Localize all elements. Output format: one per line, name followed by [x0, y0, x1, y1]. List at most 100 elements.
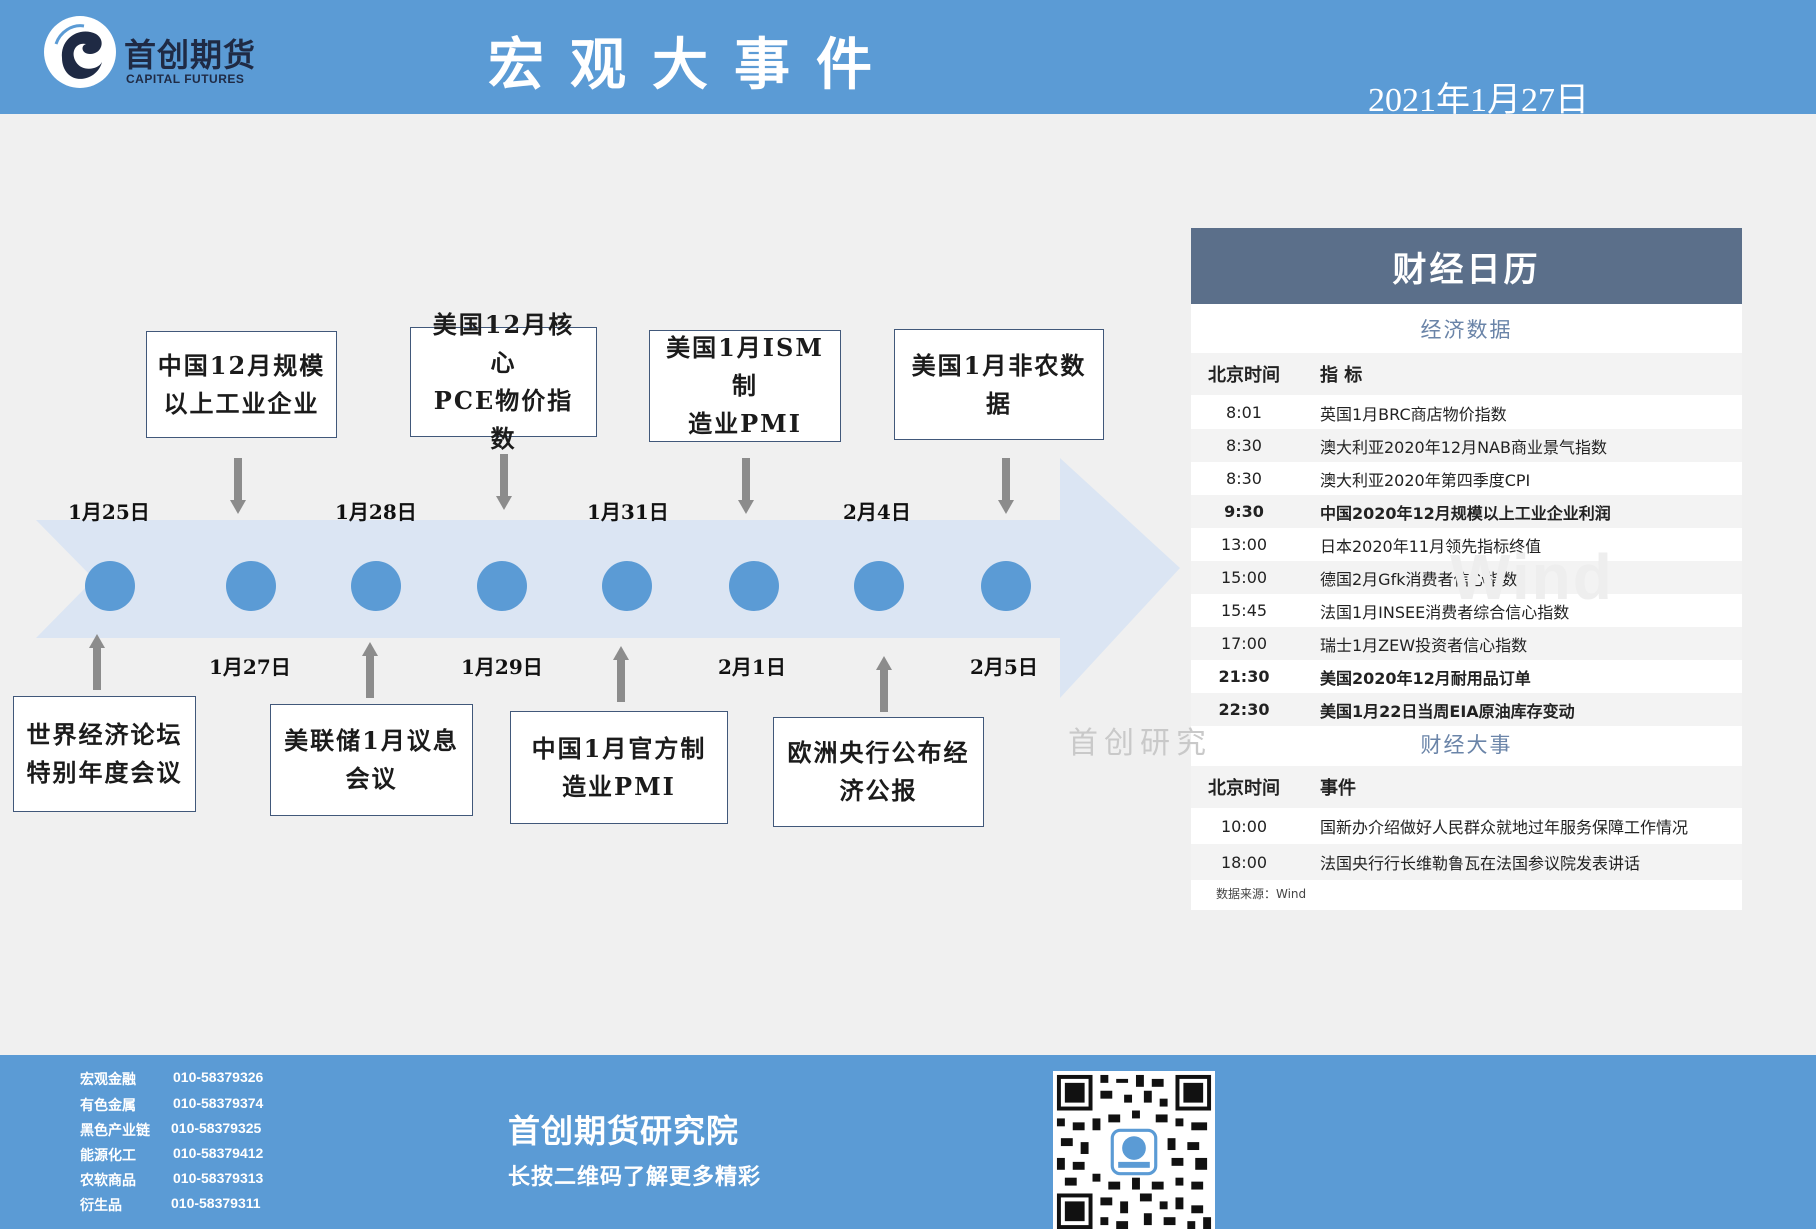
timeline-dot-4: [477, 561, 527, 611]
col-header-event: 事件: [1320, 778, 1356, 799]
calendar-title: 财经日历: [1392, 249, 1541, 290]
down-arrow-icon: [998, 458, 1014, 514]
company-logo: 首创期货 CAPITAL FUTURES: [40, 12, 290, 92]
row-time: 10:00: [1220, 816, 1268, 836]
row-desc: 澳大利亚2020年第四季度CPI: [1320, 470, 1531, 490]
timeline-dot-8: [981, 561, 1031, 611]
table-row: 10:00 国新办介绍做好人民群众就地过年服务保障工作情况: [1191, 808, 1742, 844]
event-line: 特别年度会议: [26, 758, 183, 787]
table-row: 17:00 瑞士1月ZEW投资者信心指数: [1191, 627, 1742, 660]
table-row: 9:30 中国2020年12月规模以上工业企业利润: [1191, 495, 1742, 528]
timeline-dot-3: [351, 561, 401, 611]
qr-tagline: 长按二维码了解更多精彩: [508, 1165, 762, 1190]
event-box-china-industrial-profits: 中国12月规模 以上工业企业: [146, 331, 337, 438]
row-time: 8:30: [1226, 436, 1262, 455]
event-line: 据: [985, 388, 1012, 418]
row-time: 13:00: [1220, 535, 1268, 554]
date-label-feb1: 2月1日: [718, 655, 786, 679]
timeline-dot-5: [602, 561, 652, 611]
contact-item: 衍生品 010-58379311: [80, 1195, 310, 1220]
table-row: 22:30 美国1月22日当周EIA原油库存变动: [1191, 693, 1742, 726]
contact-dept: 能源化工: [80, 1148, 136, 1164]
event-box-us-core-pce: 美国12月核心 PCE物价指数: [410, 310, 597, 453]
calendar-header: 财经日历: [1191, 228, 1742, 304]
watermark-text: 首创研究: [1068, 726, 1212, 761]
up-arrow-icon: [362, 642, 378, 698]
event-box-china-official-pmi: 中国1月官方制 造业PMI: [510, 711, 728, 824]
table-row: 8:30 澳大利亚2020年12月NAB商业景气指数: [1191, 429, 1742, 462]
table-row: 8:30 澳大利亚2020年第四季度CPI: [1191, 462, 1742, 495]
date-label-jan25: 1月25日: [68, 500, 150, 524]
event-line: 造业PMI: [562, 771, 676, 801]
contact-phone: 010-58379412: [173, 1145, 264, 1161]
row-time: 17:00: [1220, 634, 1268, 653]
contact-dept: 宏观金融: [80, 1072, 136, 1088]
event-line: 造业PMI: [688, 409, 802, 438]
logo-text-cn: 首创期货: [124, 36, 257, 74]
contact-dept: 衍生品: [80, 1198, 122, 1214]
contact-item: 有色金属 010-58379374: [80, 1095, 310, 1120]
row-desc: 英国1月BRC商店物价指数: [1320, 404, 1507, 424]
events-table-header: 北京时间 事件: [1191, 766, 1742, 808]
date-label-feb4: 2月4日: [843, 500, 911, 524]
col-header-time: 北京时间: [1208, 778, 1280, 799]
contact-phone: 010-58379313: [173, 1170, 264, 1186]
contact-phone: 010-58379374: [173, 1095, 264, 1111]
date-label-jan28: 1月28日: [335, 500, 417, 524]
date-label-feb5: 2月5日: [970, 655, 1038, 679]
logo-text-en: CAPITAL FUTURES: [126, 72, 245, 86]
row-time: 8:01: [1226, 403, 1262, 422]
col-header-time: 北京时间: [1208, 365, 1280, 386]
row-desc: 美国2020年12月耐用品订单: [1320, 668, 1531, 688]
event-line: 济公报: [839, 776, 918, 805]
contact-dept: 黑色产业链: [80, 1123, 150, 1139]
table-row: 18:00 法国央行行长维勒鲁瓦在法国参议院发表讲话: [1191, 844, 1742, 880]
logo-swirl-icon: [44, 16, 116, 88]
page-title: 宏观大事件: [488, 32, 898, 98]
row-time: 15:00: [1220, 568, 1268, 587]
event-line: 会议: [345, 764, 398, 793]
contact-item: 黑色产业链 010-58379325: [80, 1120, 310, 1145]
timeline-dot-2: [226, 561, 276, 611]
row-time: 8:30: [1226, 469, 1262, 488]
data-source-note: 数据来源：Wind: [1216, 887, 1307, 901]
down-arrow-icon: [738, 458, 754, 514]
row-desc: 瑞士1月ZEW投资者信心指数: [1320, 635, 1528, 655]
timeline-dot-7: [854, 561, 904, 611]
contact-phone: 010-58379311: [171, 1195, 261, 1211]
event-line: 美国1月ISM制: [666, 333, 824, 400]
down-arrow-icon: [496, 454, 512, 510]
event-line: 中国12月规模: [157, 350, 326, 380]
event-line: 世界经济论坛: [26, 720, 183, 749]
event-line: 欧洲央行公布经: [787, 738, 970, 767]
col-header-indicator: 指 标: [1320, 365, 1363, 386]
row-time: 9:30: [1224, 502, 1264, 521]
down-arrow-icon: [230, 458, 246, 514]
event-line: 以上工业企业: [163, 388, 320, 418]
contact-item: 宏观金融 010-58379326: [80, 1069, 310, 1094]
econ-table-header: 北京时间 指 标: [1191, 353, 1742, 395]
event-line: 美联储1月议息: [284, 726, 459, 755]
event-line: 美国1月非农数: [911, 350, 1087, 380]
econ-data-section-title: 经济数据: [1420, 318, 1513, 342]
row-time: 22:30: [1218, 700, 1270, 719]
event-box-wef-meeting: 世界经济论坛 特别年度会议: [13, 696, 196, 812]
date-label-jan29: 1月29日: [461, 655, 543, 679]
timeline-dot-6: [729, 561, 779, 611]
event-line: PCE物价指数: [433, 386, 574, 453]
row-desc: 美国1月22日当周EIA原油库存变动: [1320, 701, 1575, 721]
event-box-ecb-bulletin: 欧洲央行公布经 济公报: [773, 717, 984, 827]
qr-code-icon[interactable]: [1053, 1071, 1215, 1229]
contact-dept: 有色金属: [80, 1098, 136, 1114]
date-label-jan27: 1月27日: [209, 655, 291, 679]
up-arrow-icon: [876, 656, 892, 712]
table-row: 21:30 美国2020年12月耐用品订单: [1191, 660, 1742, 693]
timeline-dot-1: [85, 561, 135, 611]
row-desc: 澳大利亚2020年12月NAB商业景气指数: [1320, 437, 1607, 457]
contact-item: 能源化工 010-58379412: [80, 1145, 310, 1170]
contact-dept: 农软商品: [80, 1173, 136, 1189]
row-desc: 中国2020年12月规模以上工业企业利润: [1320, 503, 1611, 523]
event-line: 美国12月核心: [432, 310, 575, 377]
date-label-jan31: 1月31日: [587, 500, 669, 524]
up-arrow-icon: [613, 646, 629, 702]
